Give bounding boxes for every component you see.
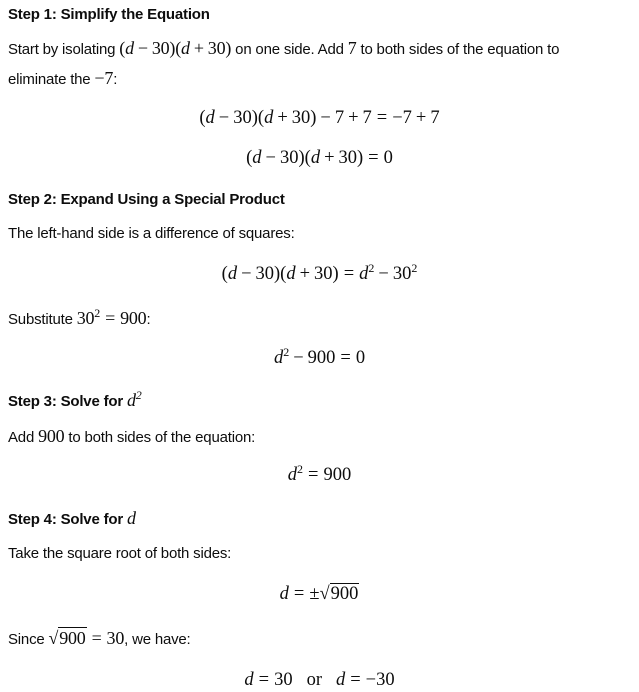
heading-text: Step 3: Solve for (8, 393, 127, 410)
step-1-paragraph: Start by isolating (d −30)(d +30) on one s… (8, 34, 559, 94)
sqrt-symbol: √900 (319, 583, 360, 604)
heading-math: d (126, 508, 136, 528)
step-4-paragraph-1: Take the square root of both sides: (8, 545, 232, 562)
equation-7: d = 30 or d = −30 (244, 670, 395, 690)
text-run: Start by isolating (8, 41, 120, 58)
inline-math: (d −30)(d +30) (119, 38, 232, 58)
step-2-heading: Step 2: Expand Using a Special Product (8, 191, 285, 208)
step-4-heading: Step 4: Solve for d (8, 508, 136, 530)
text-run: to both sides of the equation: (64, 429, 256, 446)
text-run: , we have: (124, 631, 191, 648)
inline-math: 302 = 900 (76, 306, 147, 328)
inline-math: 900 (38, 426, 65, 446)
step-2-paragraph-1: The left-hand side is a difference of sq… (8, 225, 295, 242)
inline-math: 7 (347, 38, 357, 58)
text-run: Substitute (8, 311, 77, 328)
equation-1: (d −30)(d +30) −7 +7 = −7 +7 (199, 108, 440, 128)
text-run: to both sides of the equation to (356, 41, 560, 58)
equation-3: (d −30)(d +30) = d2−302 (221, 261, 418, 284)
text-run: : (146, 311, 151, 328)
equation-2: (d −30)(d +30) = 0 (246, 148, 393, 168)
equation-6: d = ±√900 (279, 583, 360, 604)
text-run: Since (8, 631, 49, 648)
equation-4: d2−900 = 0 (273, 345, 366, 368)
step-4-paragraph-2: Since √900 = 30, we have: (8, 624, 191, 654)
text-run: Add (8, 429, 39, 446)
equation-5: d2 = 900 (287, 462, 352, 485)
heading-math: d2 (126, 388, 142, 410)
step-3-paragraph: Add 900 to both sides of the equation: (8, 422, 255, 452)
inline-math: √900 = 30 (48, 627, 125, 648)
heading-text: Step 4: Solve for (8, 511, 127, 528)
step-3-heading: Step 3: Solve for d2 (8, 388, 142, 412)
step-1-heading: Step 1: Simplify the Equation (8, 6, 210, 23)
text-run: : (113, 71, 118, 88)
step-2-paragraph-2: Substitute 302 = 900: (8, 304, 151, 334)
text-run: eliminate the (8, 71, 95, 88)
text-run: on one side. Add (231, 41, 348, 58)
inline-math: −7 (94, 68, 114, 88)
